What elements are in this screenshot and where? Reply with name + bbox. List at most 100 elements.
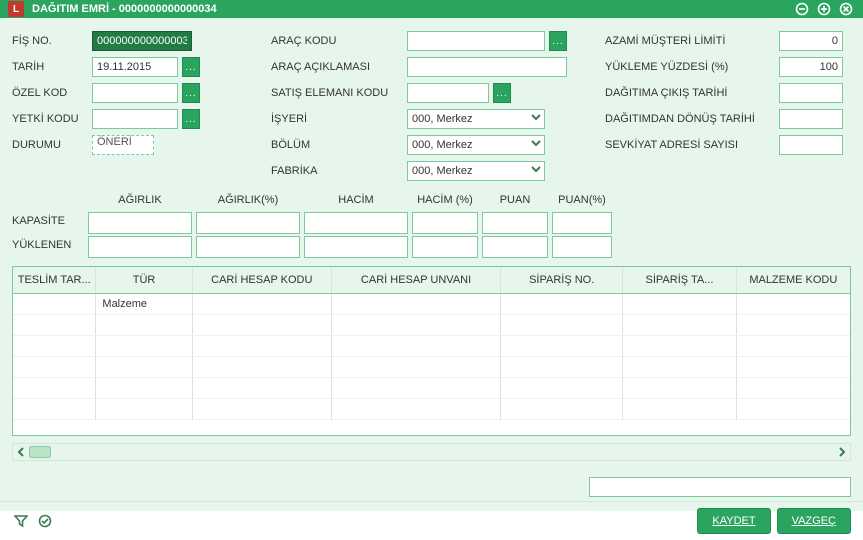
arac-aciklamasi-input[interactable]	[407, 57, 567, 77]
kapasite-puan-input[interactable]	[482, 212, 548, 234]
table-cell[interactable]	[737, 399, 850, 419]
yukleme-yuzdesi-input[interactable]	[779, 57, 843, 77]
table-cell[interactable]	[737, 378, 850, 398]
table-cell[interactable]	[501, 315, 623, 335]
scroll-left-button[interactable]	[13, 444, 29, 460]
satis-elemani-kodu-lookup-button[interactable]: ...	[493, 83, 511, 103]
azami-input[interactable]	[779, 31, 843, 51]
table-row[interactable]	[13, 336, 850, 357]
apply-button[interactable]	[36, 512, 54, 530]
fabrika-label: FABRİKA	[271, 165, 403, 177]
yuklenen-hacim-pct-input[interactable]	[412, 236, 478, 258]
table-cell[interactable]	[193, 357, 332, 377]
table-cell[interactable]	[332, 315, 501, 335]
table-cell[interactable]	[96, 336, 192, 356]
table-cell[interactable]	[332, 378, 501, 398]
yuklenen-puan-pct-input[interactable]	[552, 236, 612, 258]
scroll-right-button[interactable]	[834, 444, 850, 460]
yetki-kodu-lookup-button[interactable]: ...	[182, 109, 200, 129]
table-cell[interactable]	[623, 399, 736, 419]
col-tur[interactable]: TÜR	[96, 267, 192, 293]
table-cell[interactable]	[193, 315, 332, 335]
table-cell[interactable]	[623, 357, 736, 377]
bolum-select[interactable]	[407, 135, 545, 155]
table-cell[interactable]	[13, 315, 96, 335]
table-cell[interactable]	[332, 357, 501, 377]
table-cell[interactable]	[96, 357, 192, 377]
sevkiyat-sayisi-input[interactable]	[779, 135, 843, 155]
table-cell[interactable]	[623, 315, 736, 335]
minimize-button[interactable]	[793, 0, 811, 18]
ozel-kod-input[interactable]	[92, 83, 178, 103]
table-cell[interactable]	[623, 294, 736, 314]
table-cell[interactable]	[623, 378, 736, 398]
tarih-lookup-button[interactable]: ...	[182, 57, 200, 77]
donus-tarihi-input[interactable]	[779, 109, 843, 129]
table-cell[interactable]	[96, 378, 192, 398]
table-cell[interactable]	[193, 294, 332, 314]
yuklenen-agirlik-pct-input[interactable]	[196, 236, 300, 258]
yuklenen-hacim-input[interactable]	[304, 236, 408, 258]
satis-elemani-kodu-input[interactable]	[407, 83, 489, 103]
yetki-kodu-input[interactable]	[92, 109, 178, 129]
table-row[interactable]	[13, 378, 850, 399]
table-cell[interactable]	[332, 336, 501, 356]
col-cari-hesap-unvani[interactable]: CARİ HESAP UNVANI	[332, 267, 501, 293]
table-cell[interactable]	[193, 399, 332, 419]
table-cell[interactable]	[13, 378, 96, 398]
table-cell[interactable]	[501, 357, 623, 377]
table-cell[interactable]	[737, 357, 850, 377]
table-cell[interactable]	[623, 336, 736, 356]
yuklenen-puan-input[interactable]	[482, 236, 548, 258]
table-cell[interactable]	[13, 357, 96, 377]
table-cell[interactable]: Malzeme	[96, 294, 192, 314]
ozel-kod-lookup-button[interactable]: ...	[182, 83, 200, 103]
table-cell[interactable]	[332, 294, 501, 314]
bottom-search-input[interactable]	[589, 477, 851, 497]
table-cell[interactable]	[501, 294, 623, 314]
col-teslim-tarih[interactable]: TESLİM TAR...	[13, 267, 96, 293]
filter-button[interactable]	[12, 512, 30, 530]
scrollbar-thumb[interactable]	[29, 446, 51, 458]
fis-no-input[interactable]	[92, 31, 192, 51]
table-cell[interactable]	[737, 294, 850, 314]
tarih-input[interactable]	[92, 57, 178, 77]
col-siparis-tarih[interactable]: SİPARİŞ TA...	[623, 267, 736, 293]
table-cell[interactable]	[96, 315, 192, 335]
cancel-button[interactable]: VAZGEÇ	[777, 508, 851, 534]
col-siparis-no[interactable]: SİPARİŞ NO.	[501, 267, 623, 293]
maximize-button[interactable]	[815, 0, 833, 18]
cikis-tarihi-input[interactable]	[779, 83, 843, 103]
col-cari-hesap-kodu[interactable]: CARİ HESAP KODU	[193, 267, 332, 293]
close-button[interactable]	[837, 0, 855, 18]
table-cell[interactable]	[13, 294, 96, 314]
kapasite-agirlik-pct-input[interactable]	[196, 212, 300, 234]
kapasite-hacim-pct-input[interactable]	[412, 212, 478, 234]
table-cell[interactable]	[96, 399, 192, 419]
table-cell[interactable]	[193, 336, 332, 356]
table-cell[interactable]	[501, 378, 623, 398]
table-cell[interactable]	[501, 336, 623, 356]
fabrika-select[interactable]	[407, 161, 545, 181]
table-cell[interactable]	[13, 336, 96, 356]
table-row[interactable]	[13, 357, 850, 378]
table-cell[interactable]	[332, 399, 501, 419]
arac-kodu-input[interactable]	[407, 31, 545, 51]
kapasite-hacim-input[interactable]	[304, 212, 408, 234]
col-malzeme-kodu[interactable]: MALZEME KODU	[737, 267, 850, 293]
table-row[interactable]	[13, 315, 850, 336]
table-cell[interactable]	[737, 336, 850, 356]
table-cell[interactable]	[193, 378, 332, 398]
table-cell[interactable]	[737, 315, 850, 335]
save-button[interactable]: KAYDET	[697, 508, 770, 534]
isyeri-select[interactable]	[407, 109, 545, 129]
table-row[interactable]	[13, 399, 850, 420]
table-row[interactable]: Malzeme	[13, 294, 850, 315]
kapasite-puan-pct-input[interactable]	[552, 212, 612, 234]
table-cell[interactable]	[501, 399, 623, 419]
table-cell[interactable]	[13, 399, 96, 419]
horizontal-scrollbar[interactable]	[12, 443, 851, 461]
arac-kodu-lookup-button[interactable]: ...	[549, 31, 567, 51]
yuklenen-agirlik-input[interactable]	[88, 236, 192, 258]
kapasite-agirlik-input[interactable]	[88, 212, 192, 234]
